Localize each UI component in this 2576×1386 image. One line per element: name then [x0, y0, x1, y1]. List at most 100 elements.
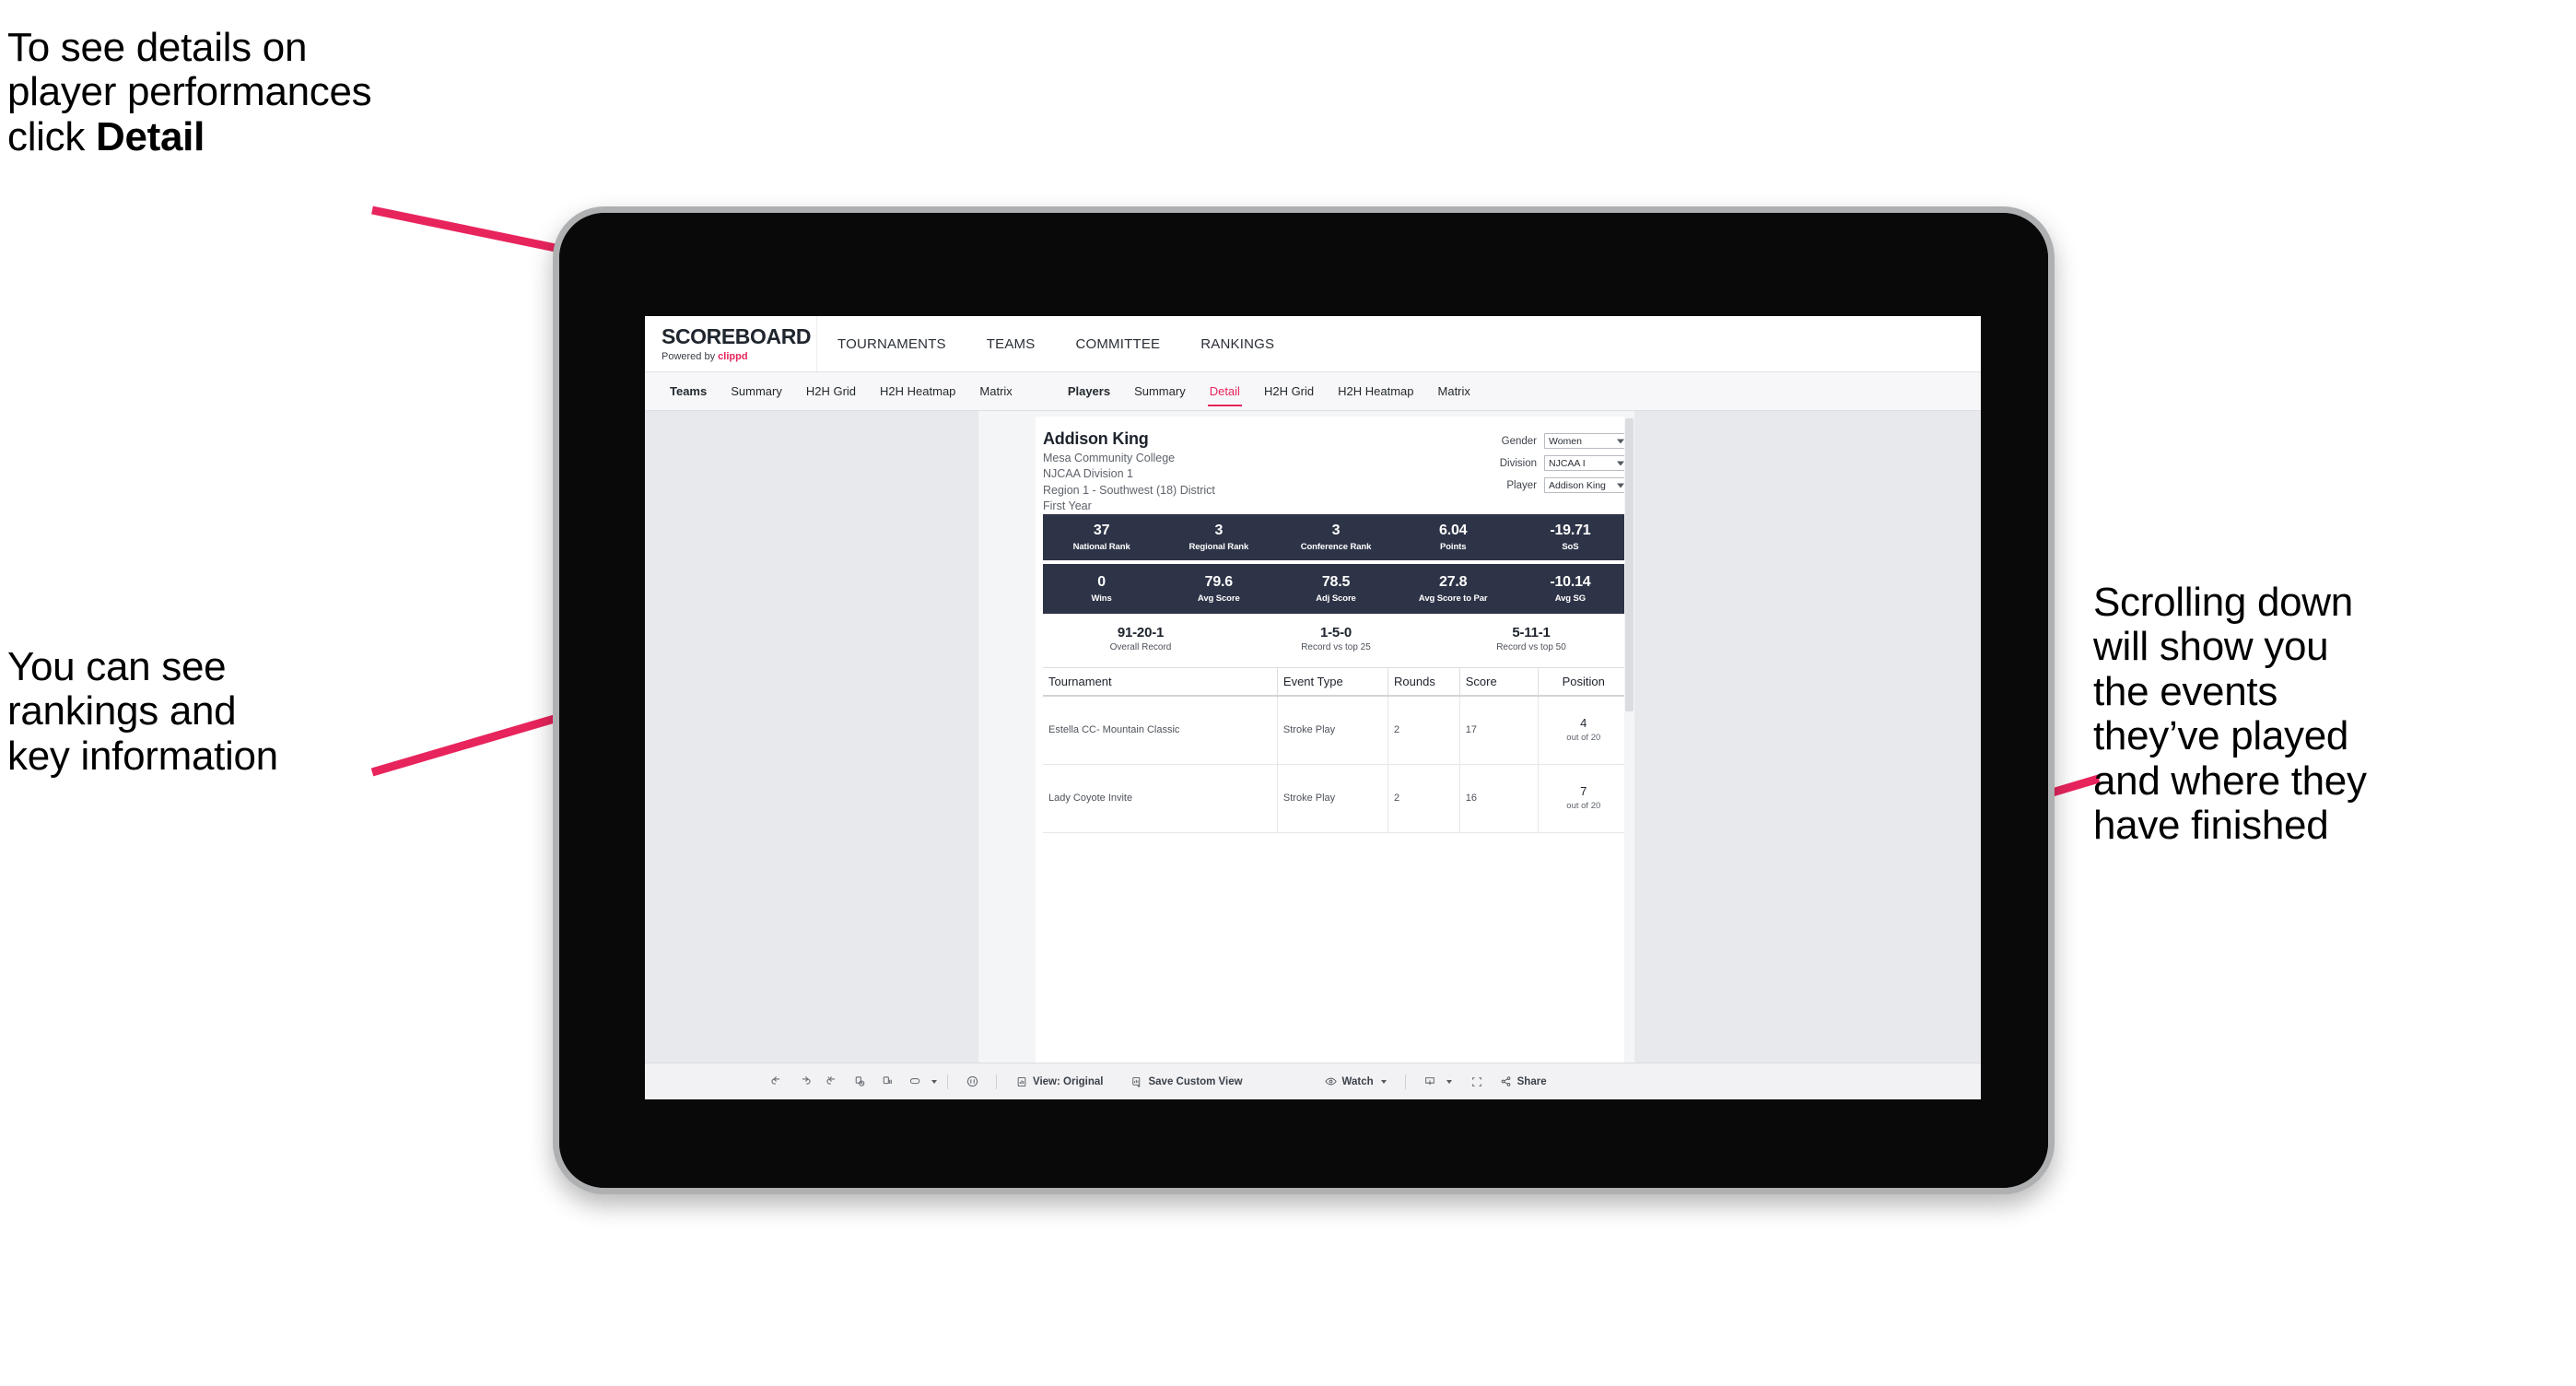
player-school: Mesa Community College — [1043, 452, 1176, 464]
events-table-head: Tournament Event Type Rounds Score Posit… — [1043, 668, 1629, 697]
subnav-item-teams-h2h-grid[interactable]: H2H Grid — [794, 372, 868, 410]
cell-position: 4 out of 20 — [1538, 696, 1629, 765]
tablet-bezel: SCOREBOARD Powered by clippd TOURNAMENTS… — [559, 213, 2048, 1188]
share-icon — [1499, 1075, 1513, 1088]
subnav-item-players-summary[interactable]: Summary — [1122, 372, 1198, 410]
callout-detail-line3: click Detail — [7, 113, 615, 159]
view-chart-icon — [1015, 1075, 1028, 1088]
stat-avg-sg: -10.14 Avg SG — [1512, 574, 1629, 604]
cell-score: 16 — [1459, 764, 1539, 833]
view-original-button[interactable]: View: Original — [1007, 1075, 1111, 1088]
subnav-item-teams-h2h-heatmap[interactable]: H2H Heatmap — [868, 372, 967, 410]
records-row: 91-20-1 Overall Record 1-5-0 Record vs t… — [1043, 614, 1629, 662]
column-header-rounds[interactable]: Rounds — [1388, 668, 1460, 697]
watch-button[interactable]: Watch — [1316, 1075, 1395, 1088]
revert-icon[interactable] — [818, 1070, 846, 1094]
player-region: Region 1 - Southwest (18) District — [1043, 483, 1215, 497]
callout-scroll: Scrolling down will show you the events … — [2093, 580, 2572, 848]
topnav-item-rankings[interactable]: RANKINGS — [1180, 316, 1294, 371]
subnav-item-teams-summary[interactable]: Summary — [719, 372, 794, 410]
watch-label: Watch — [1341, 1075, 1374, 1087]
vertical-scrollbar[interactable] — [1624, 417, 1634, 1063]
subnav-item-players[interactable]: Players — [1056, 372, 1122, 410]
download-icon[interactable] — [1416, 1070, 1444, 1094]
callout-rankings: You can see rankings and key information — [7, 644, 486, 779]
topnav-item-teams[interactable]: TEAMS — [966, 316, 1056, 371]
loop-icon[interactable] — [901, 1070, 929, 1094]
redo-icon[interactable] — [790, 1070, 818, 1094]
player-detail-card: Addison King Mesa Community College NJCA… — [1036, 417, 1634, 1063]
toolbar-divider — [1404, 1074, 1406, 1089]
app-header: SCOREBOARD Powered by clippd TOURNAMENTS… — [645, 316, 1981, 372]
callout-detail-line3-strong: Detail — [95, 113, 205, 159]
column-header-position[interactable]: Position — [1538, 668, 1629, 697]
column-header-event-type[interactable]: Event Type — [1277, 668, 1389, 697]
chevron-down-icon[interactable] — [1446, 1079, 1452, 1084]
tablet-screen: SCOREBOARD Powered by clippd TOURNAMENTS… — [645, 316, 1981, 1099]
screenshot-root: To see details on player performances cl… — [0, 0, 2576, 1386]
player-card-header: Addison King Mesa Community College NJCA… — [1036, 429, 1634, 514]
dashboard-canvas: Addison King Mesa Community College NJCA… — [645, 411, 1981, 1063]
table-row[interactable]: Lady Coyote Invite Stroke Play 2 16 7 ou… — [1043, 764, 1629, 833]
view-original-label: View: Original — [1033, 1075, 1104, 1087]
stat-value: -19.71 — [1550, 523, 1591, 539]
record-value: 5-11-1 — [1512, 625, 1551, 640]
subnav-item-teams[interactable]: Teams — [658, 372, 719, 410]
stat-points: 6.04 Points — [1395, 523, 1512, 552]
callout-scroll-line1: Scrolling down — [2093, 580, 2353, 625]
topnav-item-tournaments[interactable]: TOURNAMENTS — [817, 316, 966, 371]
events-header-row: Tournament Event Type Rounds Score Posit… — [1043, 668, 1629, 697]
share-button[interactable]: Share — [1491, 1075, 1555, 1088]
position-out-of: out of 20 — [1566, 733, 1601, 744]
subnav-item-players-detail[interactable]: Detail — [1198, 372, 1252, 410]
pause-playback-icon[interactable] — [958, 1070, 986, 1094]
filter-value-gender: Women — [1549, 435, 1582, 447]
fullscreen-icon[interactable] — [1463, 1070, 1491, 1094]
stat-conference-rank: 3 Conference Rank — [1277, 523, 1394, 552]
scrollbar-thumb[interactable] — [1625, 418, 1633, 711]
stat-sos: -19.71 SoS — [1512, 523, 1629, 552]
subnav-item-players-h2h-grid[interactable]: H2H Grid — [1252, 372, 1326, 410]
player-identity: Addison King Mesa Community College NJCA… — [1043, 429, 1215, 514]
topnav-item-committee[interactable]: COMMITTEE — [1055, 316, 1180, 371]
stat-value: 0 — [1097, 574, 1106, 591]
stat-adj-score: 78.5 Adj Score — [1277, 574, 1394, 604]
filter-row-player: Player Addison King — [1487, 477, 1629, 493]
filter-label-player: Player — [1506, 479, 1537, 491]
filter-label-gender: Gender — [1501, 435, 1537, 447]
pause-icon[interactable] — [873, 1070, 901, 1094]
filter-select-gender[interactable]: Women — [1544, 433, 1629, 449]
player-name: Addison King — [1043, 429, 1149, 448]
table-row[interactable]: Estella CC- Mountain Classic Stroke Play… — [1043, 696, 1629, 765]
stat-national-rank: 37 National Rank — [1043, 523, 1160, 552]
filter-select-player[interactable]: Addison King — [1544, 477, 1629, 493]
subnav-item-teams-matrix[interactable]: Matrix — [967, 372, 1024, 410]
column-header-tournament[interactable]: Tournament — [1043, 668, 1278, 697]
column-header-score[interactable]: Score — [1459, 668, 1539, 697]
save-custom-view-button[interactable]: Save Custom View — [1122, 1075, 1250, 1088]
player-meta: Mesa Community College NJCAA Division 1 … — [1043, 451, 1215, 514]
player-division: NJCAA Division 1 — [1043, 467, 1133, 481]
position-number: 7 — [1580, 784, 1587, 799]
stat-wins: 0 Wins — [1043, 574, 1160, 604]
record-vs-top-25: 1-5-0 Record vs top 25 — [1238, 625, 1434, 652]
eye-icon — [1324, 1075, 1338, 1088]
stats-band-ranks: 37 National Rank 3 Regional Rank 3 Confe… — [1043, 514, 1629, 560]
share-label: Share — [1516, 1075, 1547, 1087]
refresh-icon[interactable] — [846, 1070, 873, 1094]
undo-icon[interactable] — [763, 1070, 790, 1094]
stat-value: -10.14 — [1550, 574, 1591, 591]
stat-label: National Rank — [1072, 541, 1130, 552]
record-label: Record vs top 25 — [1301, 642, 1371, 652]
toolbar-divider — [996, 1074, 997, 1089]
callout-detail-line1: To see details on — [7, 25, 308, 70]
brand-powered-prefix: Powered by — [662, 350, 719, 362]
stat-label: Conference Rank — [1300, 541, 1372, 552]
stat-value: 78.5 — [1321, 574, 1351, 591]
subnav-item-players-h2h-heatmap[interactable]: H2H Heatmap — [1326, 372, 1425, 410]
player-year: First Year — [1043, 499, 1092, 512]
subnav-item-players-matrix[interactable]: Matrix — [1426, 372, 1482, 410]
stat-value: 6.04 — [1439, 523, 1468, 539]
chevron-down-icon[interactable] — [931, 1079, 937, 1084]
filter-select-division[interactable]: NJCAA I — [1544, 455, 1629, 471]
